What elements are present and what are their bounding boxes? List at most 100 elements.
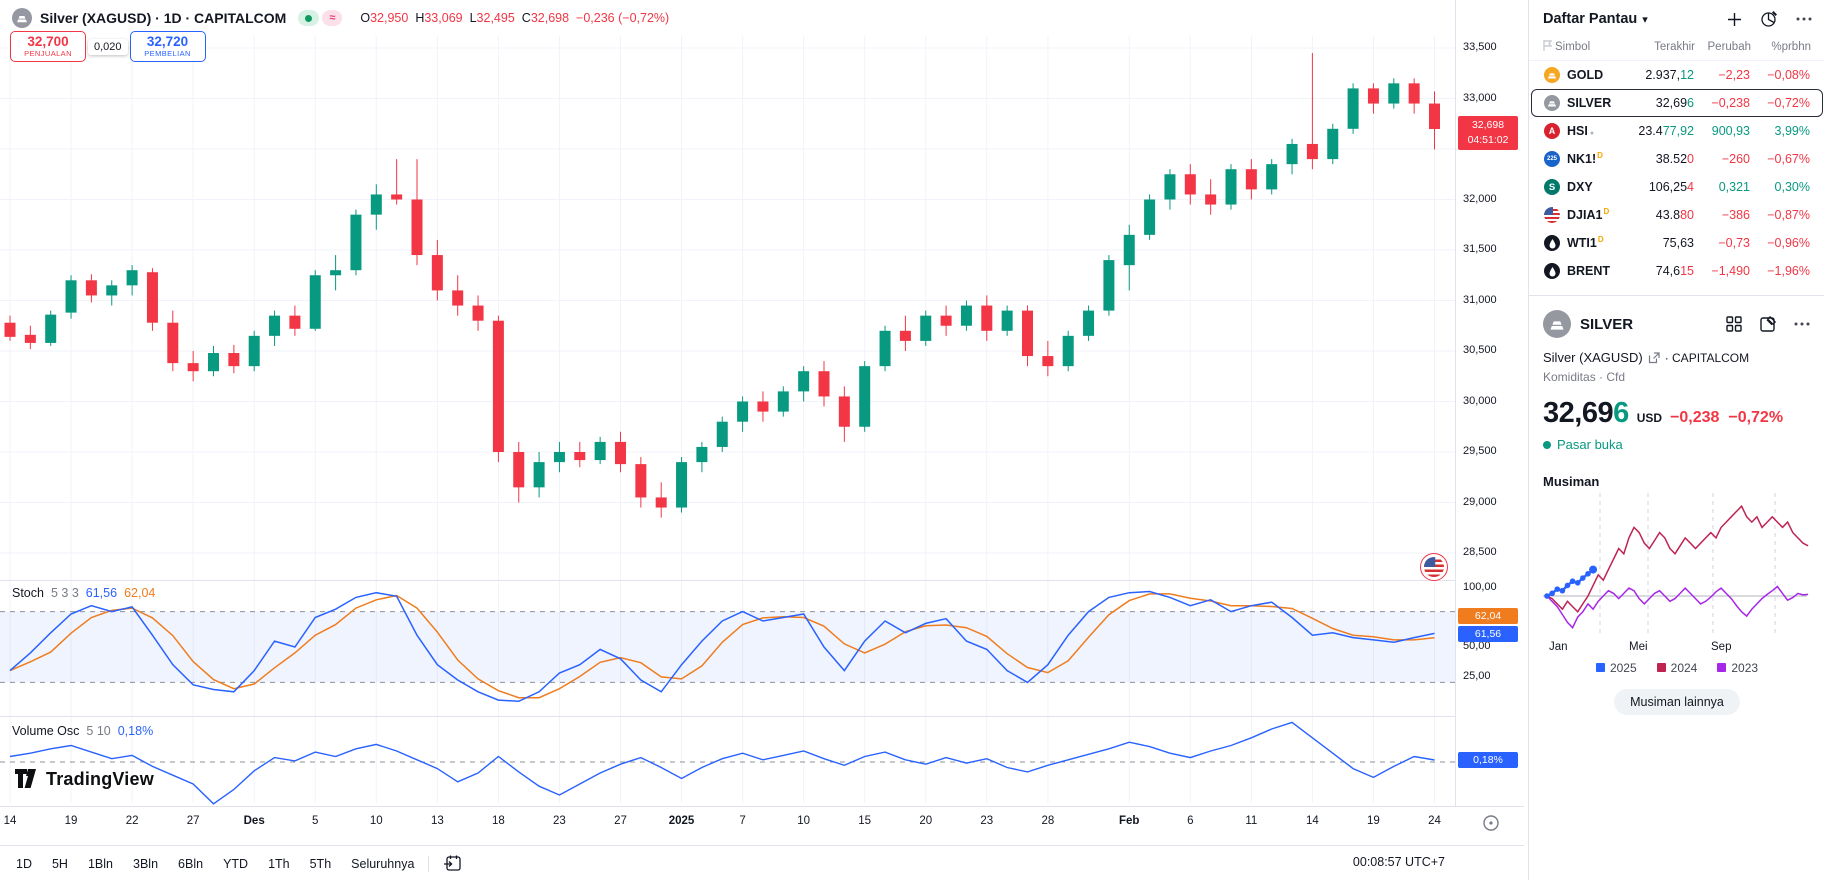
scale-label: 33,500 — [1456, 41, 1525, 53]
range-button-3Bln[interactable]: 3Bln — [133, 857, 158, 871]
watchlist-row-DJIA1[interactable]: DJIA1D43.880−386−0,87% — [1531, 201, 1823, 229]
scale-label: 100,00 — [1456, 581, 1525, 593]
range-button-1D[interactable]: 1D — [16, 857, 32, 871]
row-change: 900,93 — [1694, 124, 1750, 138]
detail-more-icon[interactable] — [1793, 321, 1811, 327]
legend-item-2024[interactable]: 2024 — [1657, 661, 1698, 675]
tradingview-mark-icon — [14, 768, 39, 790]
tradingview-logo[interactable]: TradingView — [14, 768, 154, 790]
time-tick: 22 — [110, 815, 154, 827]
time-tick: 18 — [476, 815, 520, 827]
row-last: 23.477,92 — [1622, 124, 1694, 138]
chart-area[interactable]: Silver (XAGUSD) · 1D · CAPITALCOM ≈ O32,… — [0, 0, 1524, 880]
range-button-Seluruhnya[interactable]: Seluruhnya — [351, 857, 414, 871]
tradingview-app: Silver (XAGUSD) · 1D · CAPITALCOM ≈ O32,… — [0, 0, 1824, 880]
row-pct: −0,08% — [1750, 68, 1810, 82]
watchlist-row-SILVER[interactable]: SILVER32,696−0,238−0,72% — [1531, 89, 1823, 117]
status-dot-icon: ● — [1590, 130, 1594, 137]
watchlist-row-DXY[interactable]: SDXY106,2540,3210,30% — [1531, 173, 1823, 201]
detail-currency: USD — [1637, 411, 1662, 425]
range-button-6Bln[interactable]: 6Bln — [178, 857, 203, 871]
external-link-icon[interactable] — [1648, 352, 1660, 364]
row-change: −260 — [1694, 152, 1750, 166]
time-axis[interactable]: 14192227Des51013182327202571015202328Feb… — [0, 806, 1524, 839]
time-axis-settings-icon[interactable] — [1481, 813, 1501, 833]
sell-button[interactable]: 32,700 PENJUALAN — [10, 31, 86, 62]
approx-toggle[interactable]: ≈ — [322, 10, 342, 26]
green-dot-icon — [305, 15, 312, 22]
chevron-down-icon[interactable]: ▾ — [1642, 13, 1648, 26]
change-value: −0,236 (−0,72%) — [576, 11, 669, 25]
range-button-1Bln[interactable]: 1Bln — [88, 857, 113, 871]
pane-divider[interactable] — [0, 716, 1524, 717]
col-symbol[interactable]: Simbol — [1555, 41, 1623, 53]
row-symbol: DJIA1D — [1567, 207, 1609, 222]
row-symbol: SILVER — [1567, 96, 1611, 110]
watchlist-title[interactable]: Daftar Pantau — [1543, 11, 1637, 27]
delayed-badge: D — [1598, 235, 1604, 244]
row-change: 0,321 — [1694, 180, 1750, 194]
economic-event-us-flag-icon[interactable] — [1420, 553, 1448, 581]
clock[interactable]: 00:08:57 UTC+7 — [1353, 855, 1445, 869]
flag-column-icon[interactable] — [1543, 40, 1555, 54]
watchlist-panel: Daftar Pantau ▾ — [1528, 0, 1824, 880]
buy-button[interactable]: 32,720 PEMBELIAN — [130, 31, 206, 62]
legend-item-2023[interactable]: 2023 — [1717, 661, 1758, 675]
detail-symbol-name[interactable]: SILVER — [1580, 316, 1633, 333]
range-button-1Th[interactable]: 1Th — [268, 857, 290, 871]
watchlist-row-HSI[interactable]: AHSI●23.477,92900,933,99% — [1531, 117, 1823, 145]
open-value: 32,950 — [370, 11, 408, 25]
scale-label: 25,00 — [1456, 670, 1525, 682]
edit-note-icon[interactable] — [1759, 315, 1777, 333]
time-tick: 11 — [1229, 815, 1273, 827]
col-change[interactable]: Perubah — [1695, 41, 1751, 53]
price-chart-canvas[interactable] — [0, 0, 1455, 806]
col-last[interactable]: Terakhir — [1623, 41, 1695, 53]
legend-swatch-icon — [1657, 663, 1666, 672]
row-pct: −0,72% — [1750, 96, 1810, 110]
legend-item-2025[interactable]: 2025 — [1596, 661, 1637, 675]
time-tick: 23 — [965, 815, 1009, 827]
seasonal-legend: 2025 2024 2023 — [1543, 661, 1811, 675]
detail-description[interactable]: Silver (XAGUSD) — [1543, 350, 1643, 365]
row-symbol: NK1!D — [1567, 151, 1603, 166]
time-tick: 10 — [354, 815, 398, 827]
stoch-legend[interactable]: Stoch 5 3 3 61,56 62,04 — [12, 586, 155, 600]
seasonal-chart[interactable]: Jan Mei Sep — [1543, 493, 1811, 655]
time-tick: 20 — [904, 815, 948, 827]
layout-grid-icon[interactable] — [1725, 315, 1743, 333]
range-button-YTD[interactable]: YTD — [223, 857, 248, 871]
watchlist-row-NK1![interactable]: 225NK1!D38.520−260−0,67% — [1531, 145, 1823, 173]
go-to-date-icon[interactable] — [443, 854, 462, 873]
volume-osc-badge: 0,18% — [1458, 752, 1518, 768]
col-pct[interactable]: %prbhn — [1751, 41, 1811, 53]
watchlist-more-icon[interactable] — [1795, 16, 1813, 22]
toolbar-divider — [428, 856, 429, 872]
market-open-toggle[interactable] — [298, 10, 319, 26]
pane-divider[interactable] — [0, 580, 1524, 581]
watchlist-row-BRENT[interactable]: BRENT74,615−1,490−1,96% — [1531, 257, 1823, 285]
detail-price: 32,696 — [1543, 397, 1629, 430]
time-tick: 6 — [1168, 815, 1212, 827]
row-change: −1,490 — [1694, 264, 1750, 278]
price-scale[interactable]: 33,50033,00032,00031,50031,00030,50030,0… — [1455, 0, 1525, 838]
time-tick: 13 — [415, 815, 459, 827]
watchlist-row-WTI1[interactable]: WTI1D75,63−0,73−0,96% — [1531, 229, 1823, 257]
row-pct: −0,87% — [1750, 208, 1810, 222]
range-button-5H[interactable]: 5H — [52, 857, 68, 871]
volume-osc-legend[interactable]: Volume Osc 5 10 0,18% — [12, 724, 153, 738]
range-button-5Th[interactable]: 5Th — [310, 857, 332, 871]
watchlist-row-GOLD[interactable]: GOLD2.937,12−2,23−0,08% — [1531, 61, 1823, 89]
scale-label: 31,500 — [1456, 243, 1525, 255]
symbol-title[interactable]: Silver (XAGUSD) · 1D · CAPITALCOM — [40, 10, 286, 26]
dxy-icon: S — [1544, 179, 1560, 195]
pie-chart-edit-icon[interactable] — [1760, 10, 1778, 28]
time-tick: 19 — [49, 815, 93, 827]
row-symbol: WTI1D — [1567, 235, 1604, 250]
time-tick: Feb — [1107, 815, 1151, 827]
seasonal-more-button[interactable]: Musiman lainnya — [1614, 689, 1740, 715]
add-symbol-button[interactable] — [1726, 11, 1743, 28]
row-pct: −0,67% — [1750, 152, 1810, 166]
row-symbol: BRENT — [1567, 264, 1610, 278]
ohlc-values: O32,950 H33,069 L32,495 C32,698 −0,236 (… — [360, 11, 669, 25]
